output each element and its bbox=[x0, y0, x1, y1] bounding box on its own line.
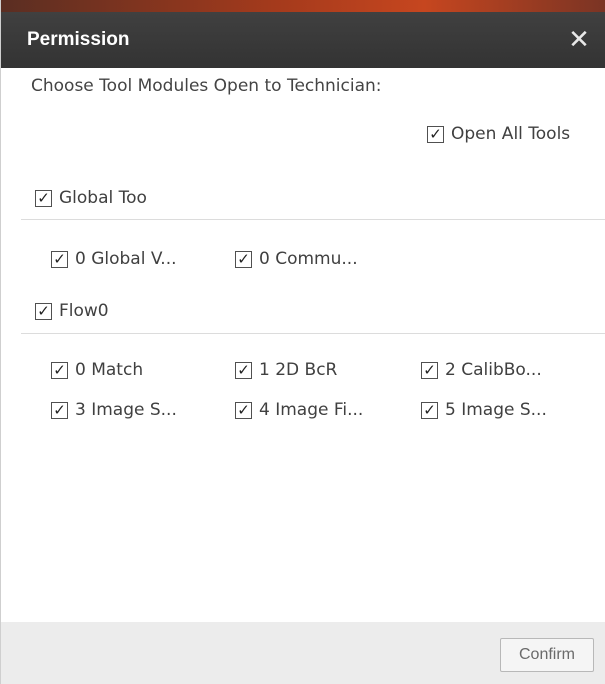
checkbox-checked-icon: ✓ bbox=[35, 302, 52, 320]
tool-label: 0 Global V... bbox=[75, 249, 177, 269]
group-checkbox-global-too[interactable]: ✓ Global Too bbox=[35, 188, 147, 208]
checkbox-checked-icon: ✓ bbox=[421, 401, 438, 419]
tool-label: 5 Image S... bbox=[445, 400, 547, 420]
tool-checkbox-image-filter[interactable]: ✓ 4 Image Fi... bbox=[235, 400, 363, 420]
tool-label: 0 Commu... bbox=[259, 249, 358, 269]
dialog-footer: Confirm bbox=[1, 622, 605, 684]
checkbox-checked-icon: ✓ bbox=[235, 401, 252, 419]
checkbox-checked-icon: ✓ bbox=[427, 125, 444, 143]
tool-checkbox-image-5[interactable]: ✓ 5 Image S... bbox=[421, 400, 547, 420]
group-checkbox-flow0[interactable]: ✓ Flow0 bbox=[35, 301, 109, 321]
tool-label: 1 2D BcR bbox=[259, 360, 338, 380]
checkbox-checked-icon: ✓ bbox=[51, 250, 68, 268]
checkbox-checked-icon: ✓ bbox=[235, 361, 252, 379]
tool-checkbox-2d-bcr[interactable]: ✓ 1 2D BcR bbox=[235, 360, 337, 380]
group-label: Flow0 bbox=[59, 301, 109, 321]
tool-checkbox-communication[interactable]: ✓ 0 Commu... bbox=[235, 249, 358, 269]
checkbox-checked-icon: ✓ bbox=[51, 401, 68, 419]
close-icon[interactable]: ✕ bbox=[566, 27, 592, 53]
tool-checkbox-calib-board[interactable]: ✓ 2 CalibBo... bbox=[421, 360, 542, 380]
tool-checkbox-global-variable[interactable]: ✓ 0 Global V... bbox=[51, 249, 177, 269]
tool-checkbox-match[interactable]: ✓ 0 Match bbox=[51, 360, 143, 380]
tool-label: 0 Match bbox=[75, 360, 144, 380]
checkbox-checked-icon: ✓ bbox=[35, 189, 52, 207]
tool-checkbox-image-3[interactable]: ✓ 3 Image S... bbox=[51, 400, 177, 420]
dialog-title: Permission bbox=[27, 29, 130, 50]
window-accent-strip bbox=[1, 0, 605, 12]
open-all-tools-checkbox[interactable]: ✓ Open All Tools bbox=[427, 124, 570, 144]
group-label: Global Too bbox=[59, 188, 147, 208]
tool-label: 3 Image S... bbox=[75, 400, 177, 420]
group-divider bbox=[21, 333, 605, 334]
checkbox-checked-icon: ✓ bbox=[51, 361, 68, 379]
confirm-button[interactable]: Confirm bbox=[500, 638, 594, 672]
permission-dialog: Permission ✕ Choose Tool Modules Open to… bbox=[0, 0, 605, 684]
dialog-titlebar: Permission ✕ bbox=[1, 12, 605, 68]
checkbox-checked-icon: ✓ bbox=[235, 250, 252, 268]
instruction-text: Choose Tool Modules Open to Technician: bbox=[31, 76, 382, 96]
checkbox-checked-icon: ✓ bbox=[421, 361, 438, 379]
tool-label: 2 CalibBo... bbox=[445, 360, 542, 380]
open-all-tools-label: Open All Tools bbox=[451, 124, 571, 144]
tool-label: 4 Image Fi... bbox=[259, 400, 364, 420]
group-divider bbox=[21, 219, 605, 220]
